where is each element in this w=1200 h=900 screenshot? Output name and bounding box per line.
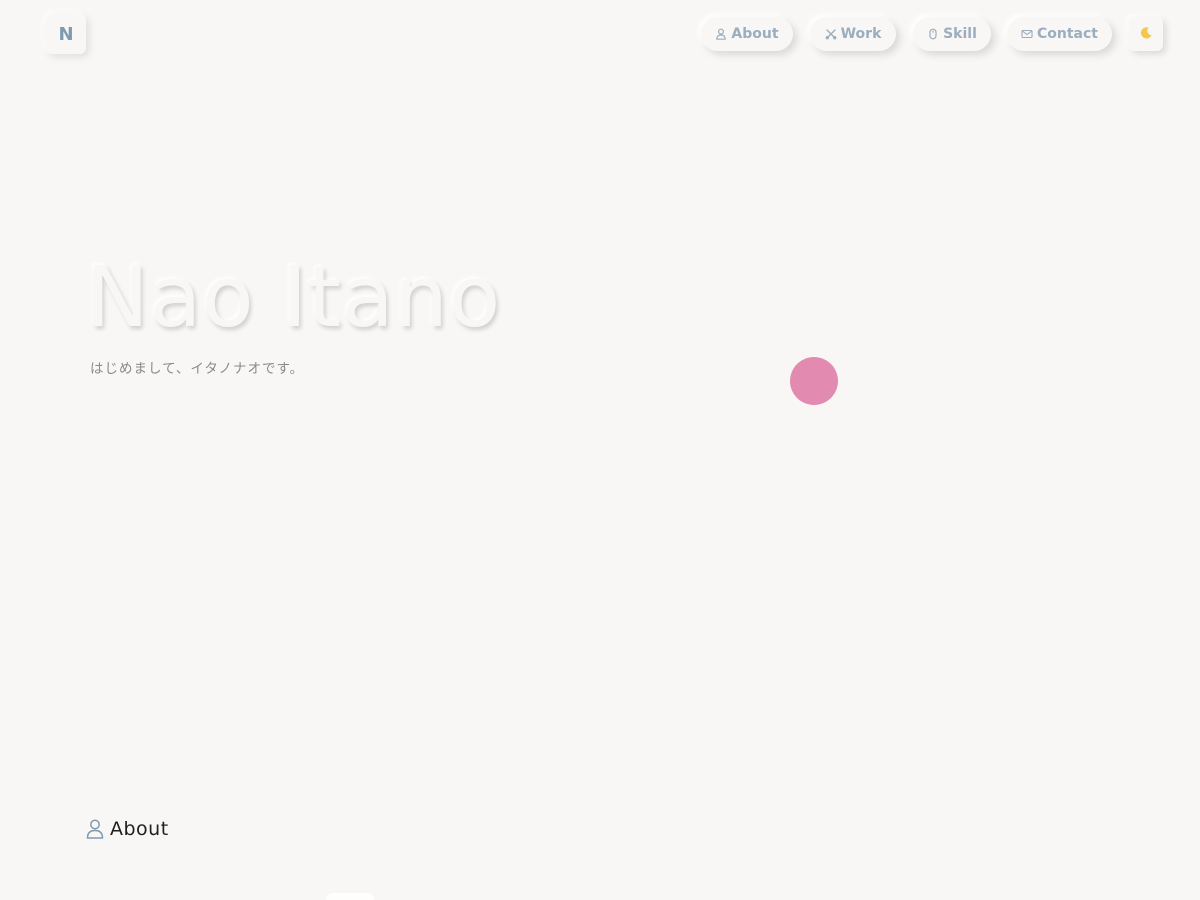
nav-about-label: About [731, 26, 779, 42]
hero-subtitle: はじめまして、イタノナオです。 [90, 361, 305, 377]
hero-title: Nao Itano [86, 248, 502, 346]
nav-contact-button[interactable]: Contact [1007, 17, 1112, 51]
logo-letter: N [58, 23, 74, 45]
about-heading-text: About [110, 818, 169, 840]
person-icon [86, 819, 104, 839]
nav-skill-label: Skill [943, 26, 977, 42]
page: N About Work Skill Contact Nao Itano はじめ… [0, 0, 1200, 900]
logo-button[interactable]: N [46, 14, 86, 54]
decorative-circle [790, 357, 838, 405]
mouse-icon [927, 28, 939, 40]
theme-toggle-button[interactable] [1129, 17, 1163, 51]
nav-work-button[interactable]: Work [810, 17, 896, 51]
person-icon [715, 28, 727, 40]
tools-icon [825, 28, 837, 40]
mail-icon [1021, 28, 1033, 40]
nav-skill-button[interactable]: Skill [913, 17, 991, 51]
nav-contact-label: Contact [1037, 26, 1098, 42]
nav-about-button[interactable]: About [701, 17, 793, 51]
nav-work-label: Work [840, 26, 882, 42]
decorative-blob [326, 893, 374, 900]
about-section-heading: About [86, 818, 169, 840]
moon-icon [1139, 25, 1153, 44]
